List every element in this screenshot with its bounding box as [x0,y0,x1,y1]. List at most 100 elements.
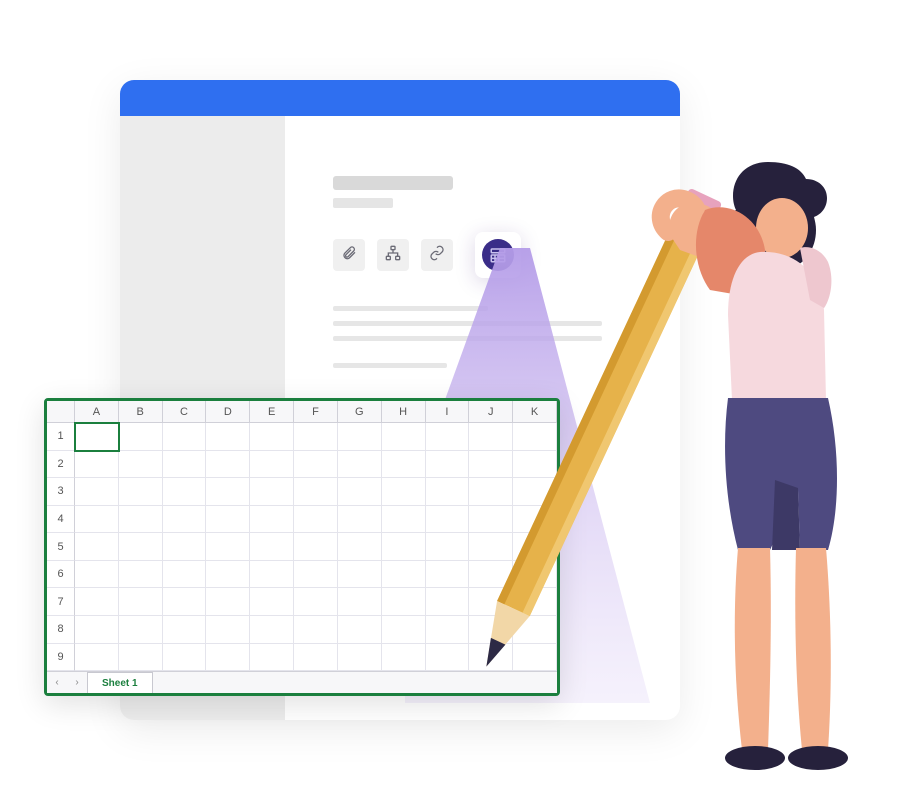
cell[interactable] [163,478,207,506]
cell[interactable] [250,478,294,506]
cell[interactable] [250,616,294,644]
cell[interactable] [75,588,119,616]
column-header[interactable]: E [250,401,294,423]
cell[interactable] [513,644,557,672]
cell[interactable] [250,588,294,616]
cell[interactable] [75,478,119,506]
row-header[interactable]: 7 [47,588,75,616]
cell[interactable] [250,644,294,672]
cell[interactable] [119,644,163,672]
cell[interactable] [469,533,513,561]
cell[interactable] [294,533,338,561]
cell[interactable] [250,451,294,479]
cell[interactable] [426,616,470,644]
cell[interactable] [426,478,470,506]
cell[interactable] [426,561,470,589]
cell[interactable] [119,561,163,589]
cell[interactable] [382,451,426,479]
row-header[interactable]: 4 [47,506,75,534]
cell[interactable] [469,423,513,451]
cell[interactable] [513,588,557,616]
cell[interactable] [250,533,294,561]
cell[interactable] [294,616,338,644]
row-header[interactable]: 6 [47,561,75,589]
cell[interactable] [294,561,338,589]
column-header[interactable]: K [513,401,557,423]
cell[interactable] [382,616,426,644]
cell[interactable] [382,644,426,672]
cell-A1[interactable] [75,423,119,451]
sheet-tab[interactable]: Sheet 1 [87,672,153,693]
cell[interactable] [75,533,119,561]
cell[interactable] [206,506,250,534]
cell[interactable] [382,533,426,561]
cell[interactable] [382,588,426,616]
cell[interactable] [513,451,557,479]
cell[interactable] [206,451,250,479]
hierarchy-button[interactable] [377,239,409,271]
column-header[interactable]: J [469,401,513,423]
cell[interactable] [119,506,163,534]
row-header[interactable]: 1 [47,423,75,451]
cell[interactable] [294,451,338,479]
next-sheet-button[interactable]: › [67,677,87,688]
column-header[interactable]: A [75,401,119,423]
column-header[interactable]: H [382,401,426,423]
cell[interactable] [426,451,470,479]
cell[interactable] [119,478,163,506]
cell[interactable] [294,423,338,451]
cell[interactable] [206,533,250,561]
cell[interactable] [119,533,163,561]
cell[interactable] [163,644,207,672]
cell[interactable] [206,616,250,644]
cell[interactable] [382,423,426,451]
cell[interactable] [206,423,250,451]
cell[interactable] [206,588,250,616]
cell[interactable] [469,561,513,589]
cell[interactable] [294,478,338,506]
cell[interactable] [75,451,119,479]
column-header[interactable]: D [206,401,250,423]
column-header[interactable]: F [294,401,338,423]
cell[interactable] [75,644,119,672]
cell[interactable] [469,616,513,644]
cell[interactable] [250,423,294,451]
cell[interactable] [469,588,513,616]
cell[interactable] [382,506,426,534]
cell[interactable] [163,561,207,589]
cell[interactable] [163,588,207,616]
cell[interactable] [163,451,207,479]
cell[interactable] [119,588,163,616]
link-button[interactable] [421,239,453,271]
cell[interactable] [338,423,382,451]
cell[interactable] [163,616,207,644]
cell[interactable] [163,506,207,534]
cell[interactable] [250,561,294,589]
cell[interactable] [163,423,207,451]
cell[interactable] [75,561,119,589]
row-header[interactable]: 2 [47,451,75,479]
cell[interactable] [469,506,513,534]
cell[interactable] [119,616,163,644]
cell[interactable] [338,451,382,479]
cell[interactable] [338,588,382,616]
cell[interactable] [426,644,470,672]
cell[interactable] [382,561,426,589]
cell[interactable] [513,478,557,506]
cell[interactable] [75,506,119,534]
cell[interactable] [294,588,338,616]
cell[interactable] [426,588,470,616]
cell[interactable] [382,478,426,506]
cell[interactable] [206,644,250,672]
spreadsheet-embed-button[interactable] [475,232,521,278]
attachment-button[interactable] [333,239,365,271]
cell[interactable] [338,561,382,589]
cell[interactable] [513,533,557,561]
cell[interactable] [294,644,338,672]
cell[interactable] [338,616,382,644]
cell[interactable] [119,423,163,451]
cell[interactable] [513,506,557,534]
cell[interactable] [426,506,470,534]
cell[interactable] [469,644,513,672]
cell[interactable] [469,451,513,479]
